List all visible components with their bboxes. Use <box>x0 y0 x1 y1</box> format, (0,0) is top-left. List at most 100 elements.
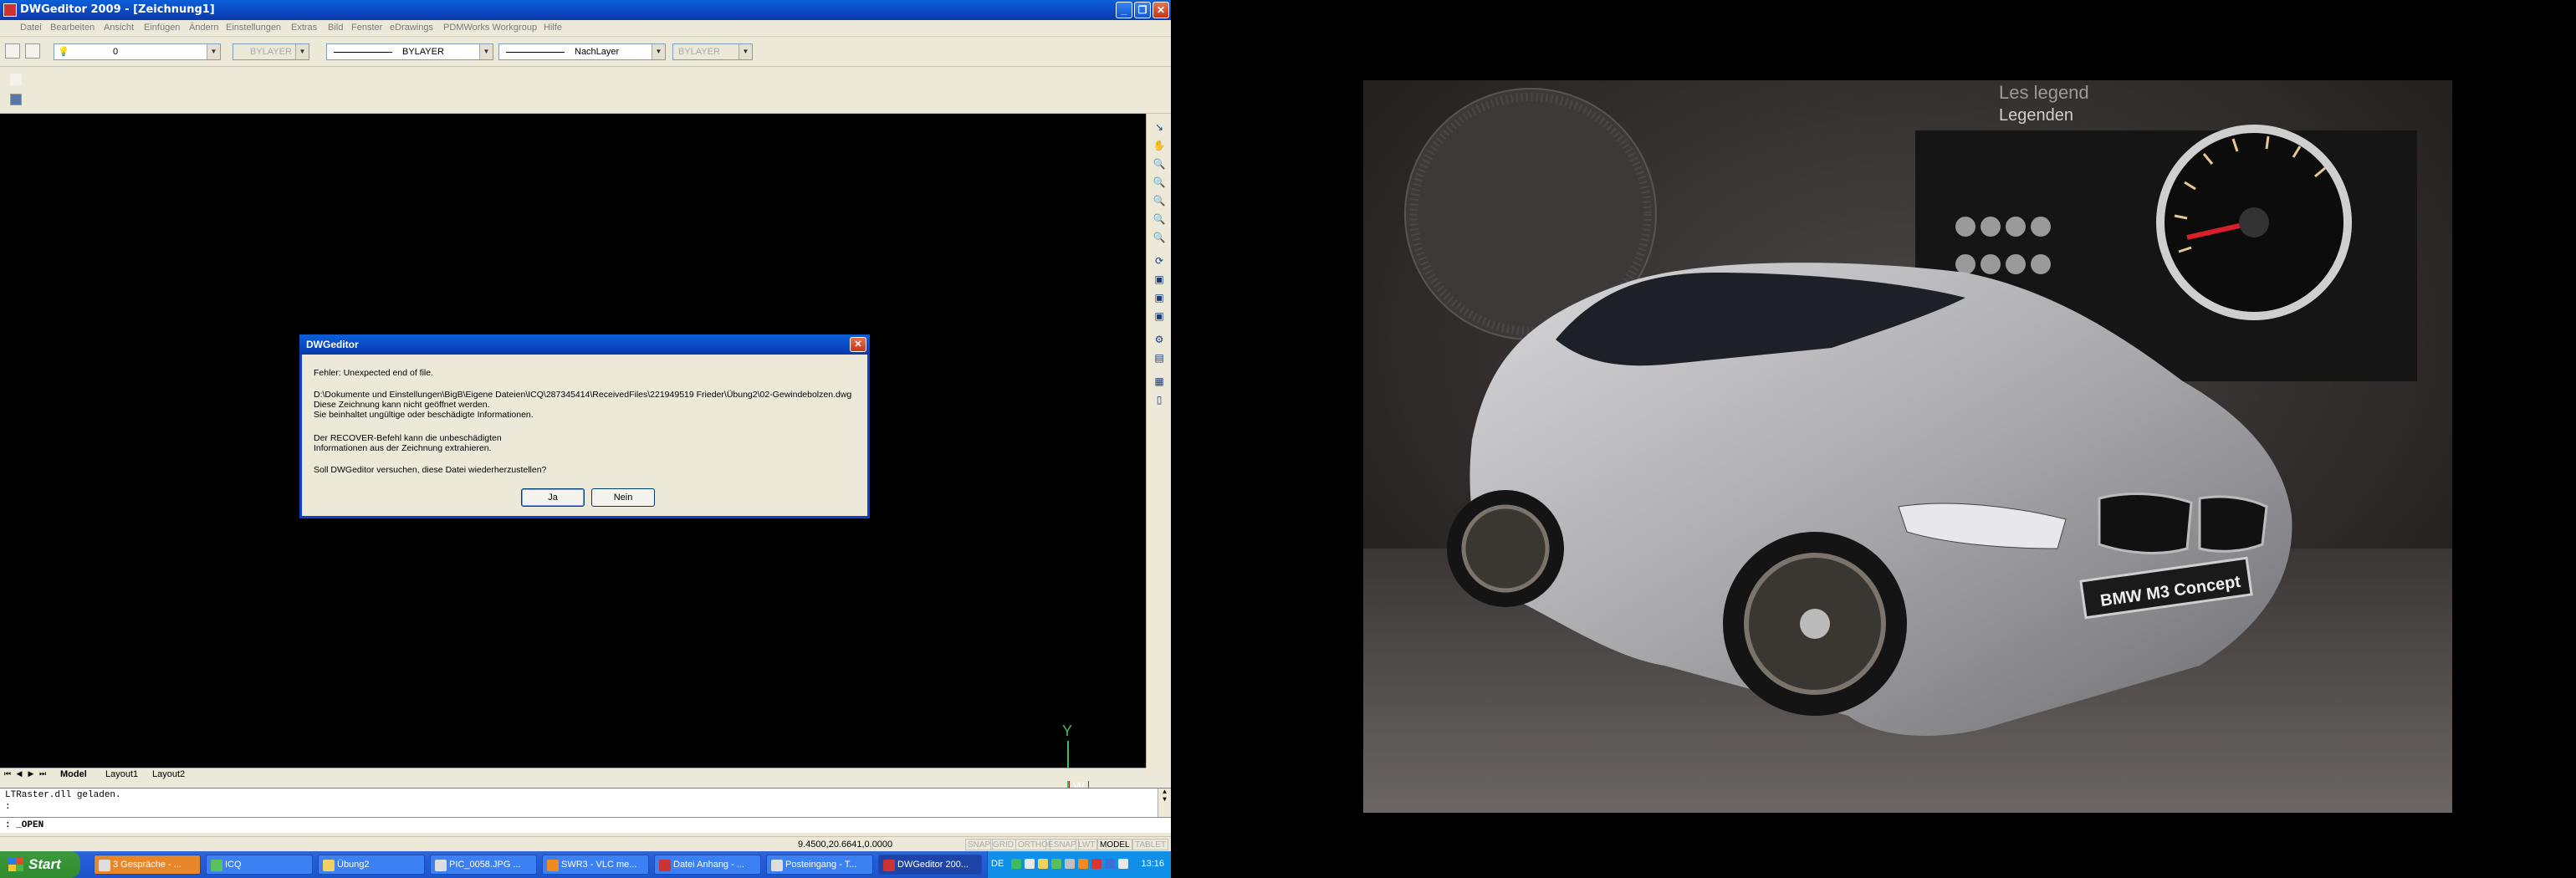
dialog-close-button[interactable]: ✕ <box>850 337 866 352</box>
language-indicator[interactable]: DE <box>991 859 1004 869</box>
lwt-toggle[interactable]: LWT <box>1076 839 1098 850</box>
no-button[interactable]: Nein <box>591 488 655 507</box>
table-icon[interactable]: ▦ <box>1152 375 1167 388</box>
menu-einstellungen[interactable]: Einstellungen <box>226 23 281 33</box>
menu-extras[interactable]: Extras <box>291 23 317 33</box>
tab-layout1[interactable]: Layout1 <box>100 768 143 782</box>
prev-tab-icon[interactable]: ◀ <box>15 769 23 779</box>
task-image-viewer[interactable]: PIC_0058.JPG ... <box>430 855 537 875</box>
zoom-out-icon[interactable]: 🔍 <box>1152 194 1167 207</box>
zoom-window-icon[interactable]: 🔍 <box>1152 212 1167 226</box>
dialog-text-line: Informationen aus der Zeichnung extrahie… <box>314 443 492 453</box>
dialog-text-line: Der RECOVER-Befehl kann die unbeschädigt… <box>314 433 502 443</box>
close-button[interactable]: ✕ <box>1153 2 1169 18</box>
chat-icon <box>99 860 110 871</box>
shade2-icon[interactable]: ▣ <box>1152 309 1167 323</box>
tray-icon[interactable] <box>1091 859 1101 869</box>
window-titlebar[interactable]: DWGeditor 2009 - [Zeichnung1] _ ❐ ✕ <box>0 0 1171 20</box>
menu-aendern[interactable]: Ändern <box>189 23 218 33</box>
tray-icon[interactable] <box>1078 859 1088 869</box>
car-photo-image: Les legend Legenden BMW M3 Concept <box>1363 80 2452 813</box>
tablet-toggle[interactable]: TABLET <box>1132 839 1169 850</box>
start-button[interactable]: Start <box>0 851 80 878</box>
car-photo: Les legend Legenden BMW M3 Concept <box>1363 80 2452 813</box>
attachment-icon <box>659 860 671 871</box>
dialog-title: DWGeditor <box>306 339 359 350</box>
volume-icon[interactable] <box>1065 859 1075 869</box>
task-inbox[interactable]: Posteingang - T... <box>766 855 873 875</box>
layer-state-icon[interactable] <box>25 43 40 59</box>
layout-tabs: ⏮ ◀ ▶ ⏭ Model Layout1 Layout2 <box>0 768 1146 781</box>
zoom-extents-icon[interactable]: 🔍 <box>1152 231 1167 244</box>
tray-icon[interactable] <box>1051 859 1061 869</box>
lineweight-combo[interactable]: NachLayer ▼ <box>498 43 666 60</box>
make-current-icon[interactable] <box>207 43 222 59</box>
settings-icon[interactable]: ⚙ <box>1152 333 1167 346</box>
menu-bild[interactable]: Bild <box>328 23 343 33</box>
pin-icon[interactable] <box>10 74 22 85</box>
viewport-icon[interactable] <box>10 94 22 105</box>
task-icq-chats[interactable]: 3 Gespräche - ... <box>94 855 201 875</box>
plotstyle-combo[interactable]: BYLAYER ▼ <box>672 43 753 60</box>
restore-button[interactable]: ❐ <box>1134 2 1151 18</box>
minimize-button[interactable]: _ <box>1116 2 1132 18</box>
shade-icon[interactable]: ▣ <box>1152 291 1167 304</box>
menu-edrawings[interactable]: eDrawings <box>390 23 433 33</box>
menu-fenster[interactable]: Fenster <box>351 23 382 33</box>
menu-hilfe[interactable]: Hilfe <box>544 23 562 33</box>
tray-icon[interactable] <box>1025 859 1035 869</box>
tray-icon[interactable] <box>1118 859 1128 869</box>
pan-icon[interactable]: ↘ <box>1152 120 1167 134</box>
next-tab-icon[interactable]: ▶ <box>27 769 35 779</box>
snap-toggle[interactable]: SNAP <box>965 839 994 850</box>
command-scrollbar[interactable]: ▲ ▼ <box>1158 789 1171 817</box>
task-label: Posteingang - T... <box>785 860 857 870</box>
last-tab-icon[interactable]: ⏭ <box>38 769 47 779</box>
task-icq[interactable]: ICQ <box>206 855 313 875</box>
tab-layout2[interactable]: Layout2 <box>147 768 190 782</box>
zoom-realtime-icon[interactable]: 🔍 <box>1152 157 1167 171</box>
grid-toggle[interactable]: GRID <box>990 839 1016 850</box>
chevron-down-icon: ▼ <box>652 44 665 59</box>
banner-text: Les legend <box>1999 82 2089 103</box>
layer-manager-icon[interactable] <box>5 43 20 59</box>
network-icon[interactable] <box>1105 859 1115 869</box>
menu-bearbeiten[interactable]: Bearbeiten <box>50 23 95 33</box>
yes-button[interactable]: Ja <box>521 488 585 507</box>
zoom-in-icon[interactable]: 🔍 <box>1152 176 1167 189</box>
task-uebung2[interactable]: Übung2 <box>318 855 425 875</box>
menu-datei[interactable]: Datei <box>20 23 42 33</box>
model-toggle[interactable]: MODEL <box>1097 839 1132 850</box>
tray-icon[interactable] <box>1038 859 1048 869</box>
menu-pdmworks[interactable]: PDMWorks Workgroup <box>443 23 537 33</box>
dialog-titlebar[interactable]: DWGeditor ✕ <box>299 334 870 355</box>
task-label: ICQ <box>225 860 242 870</box>
plotstyle-value: BYLAYER <box>678 47 720 57</box>
task-file-attachment[interactable]: Datei Anhang - ... <box>654 855 761 875</box>
linetype-combo[interactable]: BYLAYER ▼ <box>326 43 493 60</box>
layer-combo[interactable]: 💡 0 ▼ <box>54 43 221 60</box>
tray-icon[interactable] <box>1011 859 1021 869</box>
command-prompt[interactable]: : _OPEN <box>5 820 43 830</box>
document-icon[interactable]: ▯ <box>1152 393 1167 406</box>
orbit-icon[interactable]: ⟳ <box>1152 254 1167 268</box>
task-dwgeditor[interactable]: DWGeditor 200... <box>878 855 982 875</box>
command-history-line: LTRaster.dll geladen. <box>5 790 121 800</box>
esnap-toggle[interactable]: ESNAP <box>1045 839 1079 850</box>
command-line[interactable]: LTRaster.dll geladen. : ▲ ▼ : _OPEN <box>0 788 1171 833</box>
app-icon <box>3 3 17 17</box>
render-icon[interactable]: ▣ <box>1152 273 1167 286</box>
hand-icon[interactable]: ✋ <box>1152 139 1167 152</box>
color-combo[interactable]: BYLAYER ▼ <box>233 43 309 60</box>
properties-icon[interactable]: ▤ <box>1152 351 1167 365</box>
dialog-text-line: Diese Zeichnung kann nicht geöffnet werd… <box>314 400 490 410</box>
chevron-down-icon: ▼ <box>295 44 309 59</box>
mail-icon <box>771 860 783 871</box>
menu-ansicht[interactable]: Ansicht <box>104 23 134 33</box>
menu-einfuegen[interactable]: Einfügen <box>144 23 180 33</box>
task-vlc[interactable]: SWR3 - VLC me... <box>542 855 649 875</box>
tab-model[interactable]: Model <box>55 768 92 782</box>
first-tab-icon[interactable]: ⏮ <box>3 769 12 779</box>
lineweight-value: NachLayer <box>575 47 620 57</box>
window-title: DWGeditor 2009 - [Zeichnung1] <box>20 3 215 16</box>
